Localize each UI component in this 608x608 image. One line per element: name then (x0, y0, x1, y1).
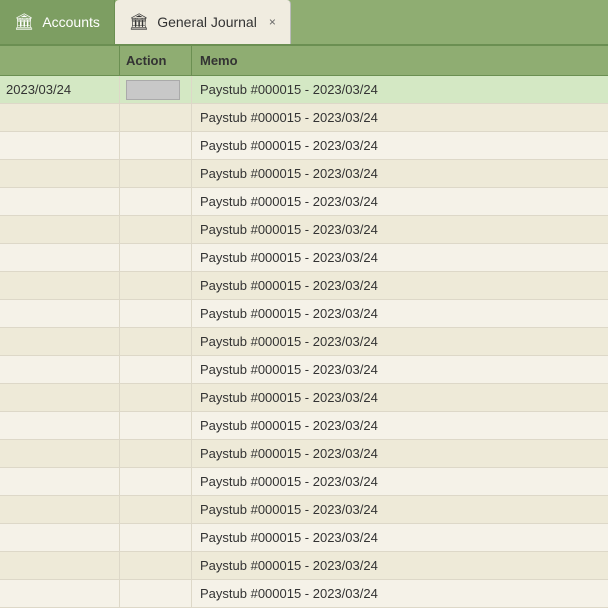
cell-memo: Paystub #000015 - 2023/03/24 (192, 440, 608, 467)
cell-memo: Paystub #000015 - 2023/03/24 (192, 188, 608, 215)
table-row[interactable]: Paystub #000015 - 2023/03/24 (0, 328, 608, 356)
table-row[interactable]: Paystub #000015 - 2023/03/24 (0, 132, 608, 160)
cell-memo: Paystub #000015 - 2023/03/24 (192, 552, 608, 579)
cell-date (0, 384, 120, 411)
cell-action (120, 244, 192, 271)
table-row[interactable]: Paystub #000015 - 2023/03/24 (0, 160, 608, 188)
table-row[interactable]: Paystub #000015 - 2023/03/24 (0, 552, 608, 580)
cell-memo: Paystub #000015 - 2023/03/24 (192, 468, 608, 495)
cell-memo: Paystub #000015 - 2023/03/24 (192, 580, 608, 607)
cell-action (120, 160, 192, 187)
cell-memo: Paystub #000015 - 2023/03/24 (192, 412, 608, 439)
cell-action (120, 76, 192, 103)
table-row[interactable]: Paystub #000015 - 2023/03/24 (0, 580, 608, 608)
table-row[interactable]: Paystub #000015 - 2023/03/24 (0, 188, 608, 216)
table-row[interactable]: Paystub #000015 - 2023/03/24 (0, 524, 608, 552)
cell-date (0, 356, 120, 383)
table-row[interactable]: Paystub #000015 - 2023/03/24 (0, 272, 608, 300)
table-body: 2023/03/24Paystub #000015 - 2023/03/24Pa… (0, 76, 608, 608)
table-row[interactable]: Paystub #000015 - 2023/03/24 (0, 104, 608, 132)
cell-date (0, 412, 120, 439)
cell-date (0, 440, 120, 467)
cell-action (120, 496, 192, 523)
cell-action (120, 188, 192, 215)
cell-memo: Paystub #000015 - 2023/03/24 (192, 272, 608, 299)
cell-date (0, 496, 120, 523)
tab-general-journal[interactable]: 🏛 General Journal × (115, 0, 291, 44)
cell-date (0, 104, 120, 131)
cell-memo: Paystub #000015 - 2023/03/24 (192, 496, 608, 523)
table-header: Action Memo (0, 46, 608, 76)
table-row[interactable]: Paystub #000015 - 2023/03/24 (0, 412, 608, 440)
cell-memo: Paystub #000015 - 2023/03/24 (192, 76, 608, 103)
cell-action (120, 216, 192, 243)
tab-accounts[interactable]: 🏛 Accounts (0, 0, 115, 44)
cell-date (0, 468, 120, 495)
cell-date (0, 328, 120, 355)
table-row[interactable]: Paystub #000015 - 2023/03/24 (0, 440, 608, 468)
cell-memo: Paystub #000015 - 2023/03/24 (192, 216, 608, 243)
cell-date (0, 300, 120, 327)
cell-action (120, 468, 192, 495)
cell-action (120, 580, 192, 607)
column-header-action: Action (120, 46, 192, 75)
cell-memo: Paystub #000015 - 2023/03/24 (192, 524, 608, 551)
cell-action (120, 104, 192, 131)
cell-date (0, 552, 120, 579)
table-row[interactable]: Paystub #000015 - 2023/03/24 (0, 384, 608, 412)
cell-date (0, 524, 120, 551)
cell-date (0, 216, 120, 243)
cell-action (120, 132, 192, 159)
cell-memo: Paystub #000015 - 2023/03/24 (192, 328, 608, 355)
cell-memo: Paystub #000015 - 2023/03/24 (192, 160, 608, 187)
tab-accounts-label: Accounts (42, 14, 100, 30)
action-box[interactable] (126, 80, 180, 100)
table-row[interactable]: 2023/03/24 Paystub #000015 - 2023/03/24 (0, 76, 608, 104)
cell-date (0, 160, 120, 187)
cell-memo: Paystub #000015 - 2023/03/24 (192, 244, 608, 271)
cell-date: 2023/03/24 (0, 76, 120, 103)
tab-bar: 🏛 Accounts 🏛 General Journal × (0, 0, 608, 46)
cell-action (120, 524, 192, 551)
cell-memo: Paystub #000015 - 2023/03/24 (192, 384, 608, 411)
cell-memo: Paystub #000015 - 2023/03/24 (192, 132, 608, 159)
cell-date (0, 244, 120, 271)
cell-date (0, 188, 120, 215)
table-row[interactable]: Paystub #000015 - 2023/03/24 (0, 356, 608, 384)
cell-date (0, 580, 120, 607)
app-container: 🏛 Accounts 🏛 General Journal × Action Me… (0, 0, 608, 608)
cell-action (120, 384, 192, 411)
cell-action (120, 356, 192, 383)
cell-action (120, 272, 192, 299)
cell-memo: Paystub #000015 - 2023/03/24 (192, 356, 608, 383)
table-row[interactable]: Paystub #000015 - 2023/03/24 (0, 468, 608, 496)
table-row[interactable]: Paystub #000015 - 2023/03/24 (0, 244, 608, 272)
cell-action (120, 440, 192, 467)
table-row[interactable]: Paystub #000015 - 2023/03/24 (0, 496, 608, 524)
table-row[interactable]: Paystub #000015 - 2023/03/24 (0, 300, 608, 328)
column-header-date (0, 46, 120, 75)
cell-action (120, 328, 192, 355)
cell-action (120, 412, 192, 439)
journal-icon: 🏛 (129, 12, 149, 32)
cell-action (120, 552, 192, 579)
cell-date (0, 132, 120, 159)
cell-memo: Paystub #000015 - 2023/03/24 (192, 300, 608, 327)
cell-date (0, 272, 120, 299)
tab-journal-label: General Journal (157, 14, 257, 30)
cell-action (120, 300, 192, 327)
tab-close-icon[interactable]: × (269, 15, 276, 29)
cell-memo: Paystub #000015 - 2023/03/24 (192, 104, 608, 131)
table-row[interactable]: Paystub #000015 - 2023/03/24 (0, 216, 608, 244)
column-header-memo: Memo (192, 46, 608, 75)
accounts-icon: 🏛 (14, 12, 34, 32)
